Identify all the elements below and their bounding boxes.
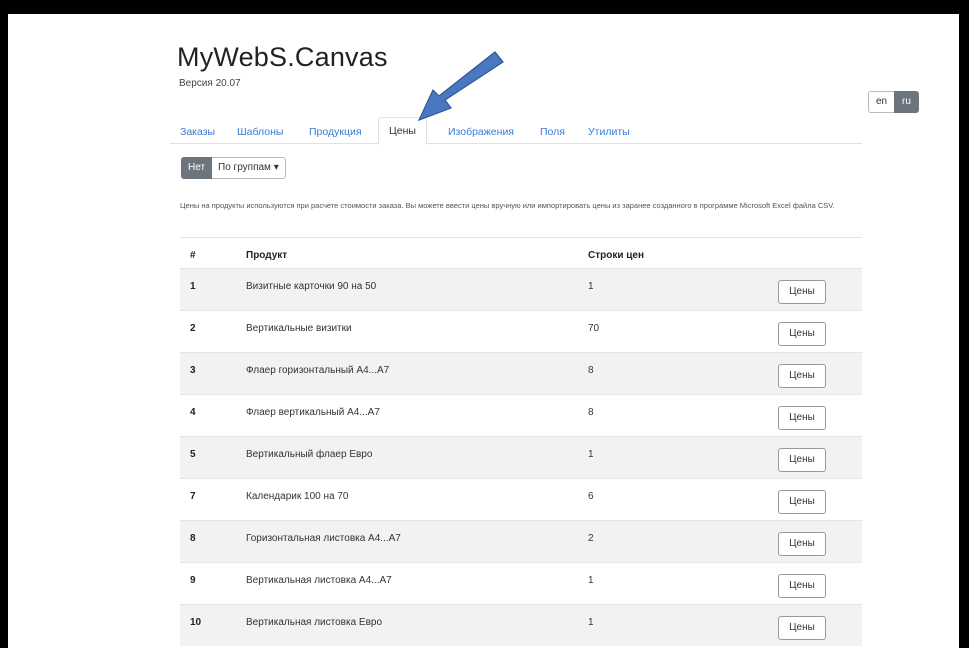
header-price-rows: Строки цен (588, 250, 645, 261)
row-num: 5 (190, 449, 196, 460)
table-row: 1 Визитные карточки 90 на 50 1 Цены (180, 268, 862, 310)
prices-button[interactable]: Цены (778, 490, 826, 514)
tab-templates[interactable]: Шаблоны (237, 126, 283, 138)
lang-ru-button[interactable]: ru (894, 91, 919, 113)
row-product: Флаер горизонтальный А4...А7 (246, 365, 390, 376)
no-grouping-button[interactable]: Нет (181, 157, 213, 179)
prices-button[interactable]: Цены (778, 322, 826, 346)
row-price-count: 1 (588, 449, 594, 460)
app-title: MyWebS.Canvas (177, 42, 388, 72)
tab-products[interactable]: Продукция (309, 126, 362, 138)
table-row: 4 Флаер вертикальный А4...А7 8 Цены (180, 394, 862, 436)
row-product: Вертикальный флаер Евро (246, 449, 373, 460)
prices-button[interactable]: Цены (778, 532, 826, 556)
annotation-arrow-icon (417, 51, 504, 122)
lang-en-button[interactable]: en (868, 91, 894, 113)
header-num: # (190, 250, 196, 261)
prices-description: Цены на продукты используются при расчет… (180, 201, 835, 210)
row-price-count: 70 (588, 323, 600, 334)
row-product: Флаер вертикальный А4...А7 (246, 407, 380, 418)
table-row: 9 Вертикальная листовка А4...А7 1 Цены (180, 562, 862, 604)
table-row: 10 Вертикальная листовка Евро 1 Цены (180, 604, 862, 646)
row-num: 8 (190, 533, 196, 544)
row-product: Вертикальные визитки (246, 323, 352, 334)
main-tabs: Заказы Шаблоны Продукция Цены Изображени… (170, 117, 862, 145)
group-by-dropdown[interactable]: По группам ▾ (212, 157, 286, 179)
row-product: Календарик 100 на 70 (246, 491, 349, 502)
row-num: 1 (190, 281, 196, 292)
table-row: 3 Флаер горизонтальный А4...А7 8 Цены (180, 352, 862, 394)
table-row: 2 Вертикальные визитки 70 Цены (180, 310, 862, 352)
prices-button[interactable]: Цены (778, 280, 826, 304)
row-price-count: 1 (588, 281, 594, 292)
prices-table: # Продукт Строки цен 1 Визитные карточки… (180, 237, 862, 646)
table-row: 8 Горизонтальная листовка А4...А7 2 Цены (180, 520, 862, 562)
header-product: Продукт (246, 250, 288, 261)
row-num: 4 (190, 407, 196, 418)
row-price-count: 6 (588, 491, 594, 502)
prices-button[interactable]: Цены (778, 448, 826, 472)
row-price-count: 1 (588, 575, 594, 586)
row-product: Вертикальная листовка А4...А7 (246, 575, 392, 586)
app-version: Версия 20.07 (179, 78, 241, 89)
row-price-count: 8 (588, 407, 594, 418)
prices-button[interactable]: Цены (778, 406, 826, 430)
row-num: 9 (190, 575, 196, 586)
row-num: 10 (190, 617, 202, 628)
table-row: 5 Вертикальный флаер Евро 1 Цены (180, 436, 862, 478)
row-product: Вертикальная листовка Евро (246, 617, 383, 628)
prices-button[interactable]: Цены (778, 616, 826, 640)
table-row: 7 Календарик 100 на 70 6 Цены (180, 478, 862, 520)
row-price-count: 2 (588, 533, 594, 544)
prices-button[interactable]: Цены (778, 364, 826, 388)
prices-button[interactable]: Цены (778, 574, 826, 598)
row-num: 2 (190, 323, 196, 334)
row-num: 3 (190, 365, 196, 376)
table-header: # Продукт Строки цен (180, 238, 862, 268)
row-product: Визитные карточки 90 на 50 (246, 281, 377, 292)
tab-fields[interactable]: Поля (540, 126, 565, 138)
row-price-count: 1 (588, 617, 594, 628)
language-switcher: en ru (868, 91, 919, 113)
tab-utilities[interactable]: Утилиты (588, 126, 630, 138)
tab-orders[interactable]: Заказы (180, 126, 215, 138)
row-price-count: 8 (588, 365, 594, 376)
row-num: 7 (190, 491, 196, 502)
row-product: Горизонтальная листовка А4...А7 (246, 533, 401, 544)
grouping-toggle: Нет По группам ▾ (181, 157, 286, 179)
